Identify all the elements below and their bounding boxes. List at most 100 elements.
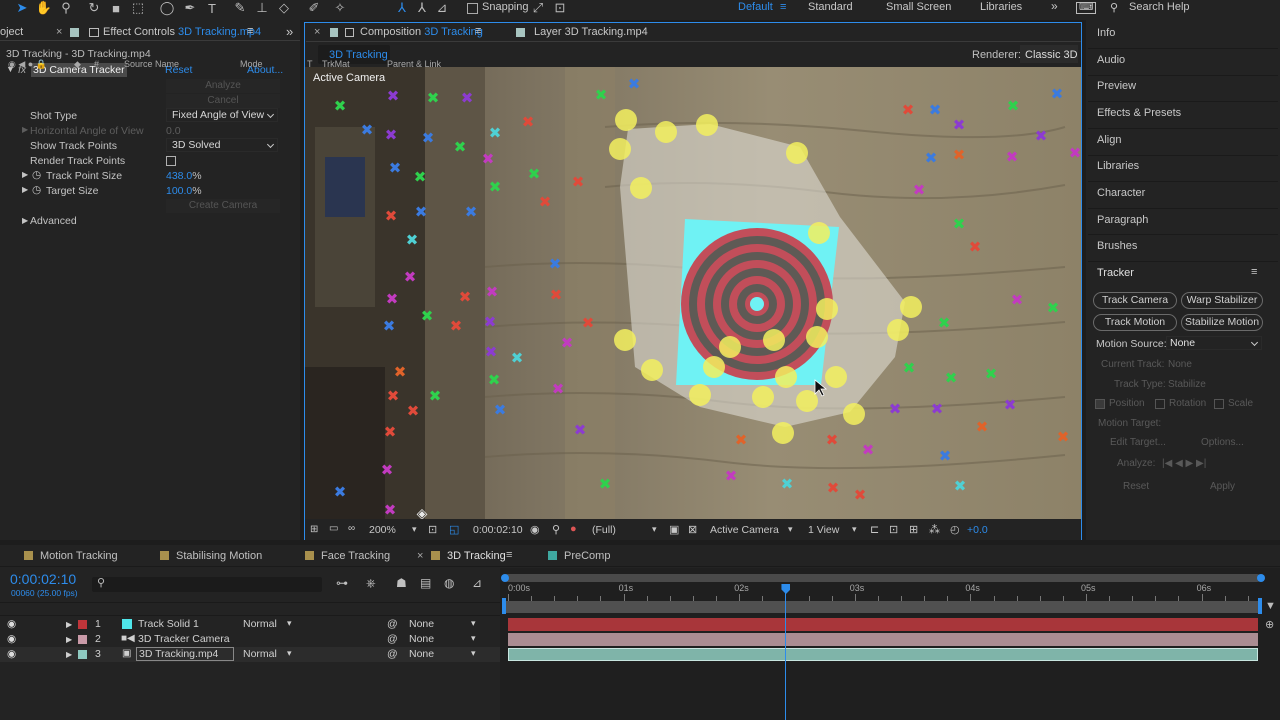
target-size-twirl-icon[interactable]: ▶: [22, 185, 28, 194]
timeline-icon[interactable]: ⊞: [909, 523, 918, 536]
layer-name[interactable]: 3D Tracking.mp4: [136, 647, 234, 661]
tab-motion-tracking[interactable]: Motion Tracking: [24, 550, 118, 562]
panel-effects-presets[interactable]: Effects & Presets: [1097, 107, 1181, 119]
chevron-down-icon[interactable]: ▾: [471, 633, 476, 644]
search-icon[interactable]: ⚲: [1110, 1, 1118, 14]
tab-precomp[interactable]: PreComp: [548, 550, 610, 562]
visibility-eye-icon[interactable]: ◉: [7, 618, 16, 630]
local-axis-icon[interactable]: ⅄: [392, 0, 412, 16]
in-point-marker[interactable]: [502, 598, 506, 614]
workspace-menu-icon[interactable]: ≡: [780, 1, 786, 13]
camera-tool-icon[interactable]: ■: [106, 0, 126, 16]
workspace-small-screen[interactable]: Small Screen: [886, 1, 951, 13]
layer-row[interactable]: ◉ ▶ 2 ■◀ 3D Tracker Camera @ None ▾: [0, 632, 500, 647]
tab-3d-tracking[interactable]: 3D Tracking: [431, 550, 506, 562]
expand-panels-icon[interactable]: »: [286, 24, 293, 39]
hand-tool-icon[interactable]: ✋: [34, 0, 54, 16]
snap-options-icon[interactable]: ⤢: [528, 0, 548, 16]
track-type-dropdown[interactable]: Stabilize: [1168, 379, 1206, 390]
workspace-standard[interactable]: Standard: [808, 1, 853, 13]
pen-tool-icon[interactable]: ✒: [180, 0, 200, 16]
layer-bar-tracker-camera[interactable]: [508, 633, 1258, 646]
stopwatch-icon[interactable]: ◷: [32, 184, 41, 196]
reset-button[interactable]: Reset: [1123, 481, 1149, 492]
render-track-points-checkbox[interactable]: [166, 156, 176, 166]
label-color-icon[interactable]: [78, 650, 87, 659]
layer-name[interactable]: 3D Tracker Camera: [138, 633, 230, 645]
chevron-down-icon[interactable]: ▾: [412, 524, 417, 535]
tab-effect-controls[interactable]: Effect Controls: [103, 26, 175, 38]
time-ruler[interactable]: 0:00s 01s 02s 03s 04s 05s 06s: [500, 583, 1280, 601]
panel-menu-icon[interactable]: ≡: [475, 25, 481, 37]
pan-behind-tool-icon[interactable]: ⬚: [128, 0, 148, 16]
layer-row[interactable]: ◉ ▶ 1 Track Solid 1 Normal ▾ @ None ▾: [0, 617, 500, 632]
comp-flowchart-icon[interactable]: ⊶: [336, 576, 348, 590]
world-axis-icon[interactable]: ⅄: [412, 0, 432, 16]
work-area-start-handle[interactable]: [501, 574, 509, 582]
motion-blur-icon[interactable]: ◍: [444, 576, 454, 590]
apply-button[interactable]: Apply: [1210, 481, 1235, 492]
track-point-size-twirl-icon[interactable]: ▶: [22, 170, 28, 179]
comp-button-icon[interactable]: ⊕: [1265, 618, 1274, 631]
renderer-value[interactable]: Classic 3D: [1025, 49, 1078, 61]
snap-grid-icon[interactable]: ⊡: [550, 0, 570, 16]
analyze-back-icon[interactable]: |◀ ◀ ▶ ▶|: [1162, 458, 1206, 469]
sync-icon[interactable]: ⌨: [1076, 2, 1097, 14]
layer-bar-track-solid[interactable]: [508, 618, 1258, 631]
panel-character[interactable]: Character: [1097, 187, 1145, 199]
source-name-header[interactable]: Source Name: [124, 59, 179, 69]
more-workspaces-icon[interactable]: »: [1051, 0, 1058, 13]
tab-stabilising-motion[interactable]: Stabilising Motion: [160, 550, 262, 562]
show-snapshot-icon[interactable]: ⚲: [552, 523, 560, 536]
track-point-size-value[interactable]: 438.0: [166, 170, 192, 182]
close-tab-icon[interactable]: ×: [314, 26, 320, 38]
ellipse-tool-icon[interactable]: ◯: [157, 0, 177, 16]
chevron-down-icon[interactable]: ▾: [852, 524, 857, 535]
twirl-icon[interactable]: ▶: [66, 635, 72, 644]
panel-audio[interactable]: Audio: [1097, 54, 1125, 66]
panel-menu-icon[interactable]: ≡: [247, 25, 253, 37]
chevron-down-icon[interactable]: ▾: [788, 524, 793, 535]
create-camera-button[interactable]: Create Camera: [166, 199, 280, 213]
label-color-icon[interactable]: [78, 620, 87, 629]
options-button[interactable]: Options...: [1201, 437, 1244, 448]
close-tab-icon[interactable]: ×: [56, 26, 62, 38]
layer-row[interactable]: ◉ ▶ 3 ▣ 3D Tracking.mp4 Normal ▾ @ None …: [0, 647, 500, 662]
playhead[interactable]: [785, 585, 787, 720]
advanced-twirl-icon[interactable]: ▶: [22, 216, 28, 225]
show-track-points-dropdown[interactable]: 3D Solved: [166, 138, 278, 152]
workspace-default[interactable]: Default: [738, 1, 773, 13]
current-track-dropdown[interactable]: None: [1168, 359, 1192, 370]
tab-project[interactable]: oject: [0, 26, 23, 38]
camera-view-dropdown[interactable]: Active Camera: [710, 524, 779, 536]
panel-info[interactable]: Info: [1097, 27, 1115, 39]
panel-paragraph[interactable]: Paragraph: [1097, 214, 1148, 226]
parent-dropdown[interactable]: None: [409, 633, 434, 645]
snapshot-icon[interactable]: ◉: [530, 523, 540, 536]
lock-icon[interactable]: [345, 28, 354, 37]
zoom-slider-icon[interactable]: ▼: [1265, 600, 1276, 612]
chevron-down-icon[interactable]: ▾: [471, 648, 476, 659]
resolution-dropdown[interactable]: (Full): [592, 524, 616, 536]
title-safe-icon[interactable]: ◱: [449, 523, 459, 536]
pickwhip-icon[interactable]: @: [387, 633, 398, 645]
shy-icon[interactable]: ☗: [396, 576, 407, 590]
puppet-tool-icon[interactable]: ✧: [330, 0, 350, 16]
twirl-icon[interactable]: ▶: [66, 620, 72, 629]
edit-target-button[interactable]: Edit Target...: [1110, 437, 1166, 448]
visibility-eye-icon[interactable]: ◉: [7, 633, 16, 645]
pickwhip-icon[interactable]: @: [387, 648, 398, 660]
mode-dropdown[interactable]: Normal: [243, 648, 277, 660]
timeline-timecode[interactable]: 0:00:02:10: [10, 571, 76, 587]
exposure-value[interactable]: +0.0: [967, 524, 988, 536]
warp-stabilizer-button[interactable]: Warp Stabilizer: [1181, 292, 1263, 309]
monitor-icon[interactable]: ▭: [329, 523, 338, 534]
work-area-end-handle[interactable]: [1257, 574, 1265, 582]
analyze-button[interactable]: Analyze: [166, 79, 280, 93]
out-point-marker[interactable]: [1258, 598, 1262, 614]
stabilize-motion-button[interactable]: Stabilize Motion: [1181, 314, 1263, 331]
panel-menu-icon[interactable]: ≡: [1251, 266, 1257, 278]
workspace-libraries[interactable]: Libraries: [980, 1, 1022, 13]
layer-bar-footage[interactable]: [508, 648, 1258, 661]
work-area-bar[interactable]: [504, 574, 1261, 582]
